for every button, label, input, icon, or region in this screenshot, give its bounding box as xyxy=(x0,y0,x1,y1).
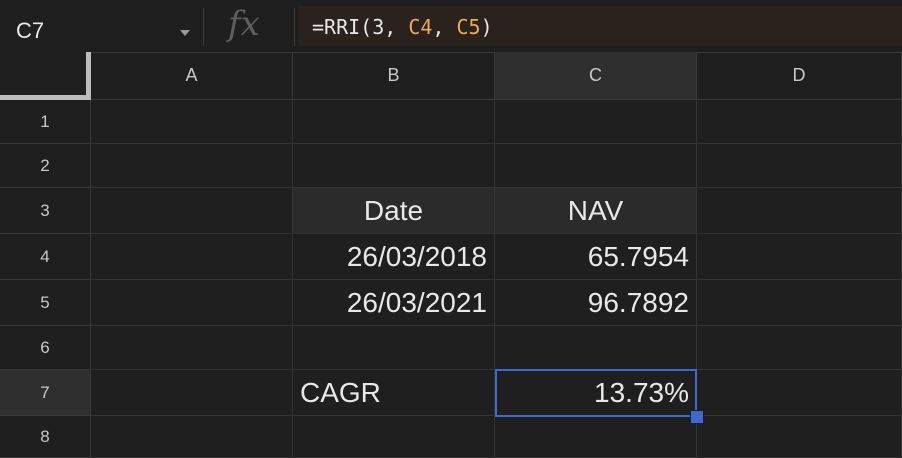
row-header-1[interactable]: 1 xyxy=(0,100,91,144)
cell-b5[interactable]: 26/03/2021 xyxy=(293,280,495,326)
cell-d4[interactable] xyxy=(697,234,902,280)
divider xyxy=(294,8,295,46)
cell-c6[interactable] xyxy=(495,326,697,370)
row-header-3[interactable]: 3 xyxy=(0,188,91,234)
cell-c4[interactable]: 65.7954 xyxy=(495,234,697,280)
cell-d8[interactable] xyxy=(697,416,902,458)
cell-c3[interactable]: NAV xyxy=(495,188,697,234)
formula-text: =RRI(3, C4, C5) xyxy=(312,15,493,39)
cell-c8[interactable] xyxy=(495,416,697,458)
formula-suffix: ) xyxy=(480,15,493,39)
name-box[interactable]: C7 xyxy=(0,6,200,48)
cell-b3[interactable]: Date xyxy=(293,188,495,234)
cell-a3[interactable] xyxy=(91,188,293,234)
row-header-8[interactable]: 8 xyxy=(0,416,91,458)
cell-c7[interactable]: 13.73% xyxy=(495,370,697,416)
formula-ref-1: C4 xyxy=(408,15,433,39)
cell-b6[interactable] xyxy=(293,326,495,370)
cell-b8[interactable] xyxy=(293,416,495,458)
formula-comma: , xyxy=(432,15,457,39)
formula-bar: C7 fx =RRI(3, C4, C5) xyxy=(0,0,902,53)
row-header-7[interactable]: 7 xyxy=(0,370,91,416)
column-header-c[interactable]: C xyxy=(495,52,697,100)
formula-input[interactable]: =RRI(3, C4, C5) xyxy=(298,6,902,46)
row-header-6[interactable]: 6 xyxy=(0,326,91,370)
cell-d1[interactable] xyxy=(697,100,902,144)
cell-a5[interactable] xyxy=(91,280,293,326)
cell-d5[interactable] xyxy=(697,280,902,326)
cell-d3[interactable] xyxy=(697,188,902,234)
cell-d6[interactable] xyxy=(697,326,902,370)
cell-c2[interactable] xyxy=(495,144,697,188)
cell-b2[interactable] xyxy=(293,144,495,188)
formula-prefix: =RRI(3, xyxy=(312,15,409,39)
function-icon: fx xyxy=(228,4,260,44)
cell-a4[interactable] xyxy=(91,234,293,280)
cell-a6[interactable] xyxy=(91,326,293,370)
column-header-d[interactable]: D xyxy=(697,52,902,100)
row-header-5[interactable]: 5 xyxy=(0,280,91,326)
cell-a1[interactable] xyxy=(91,100,293,144)
cell-d7[interactable] xyxy=(697,370,902,416)
name-box-value: C7 xyxy=(16,18,45,43)
formula-ref-2: C5 xyxy=(456,15,481,39)
cell-a7[interactable] xyxy=(91,370,293,416)
cell-c5[interactable]: 96.7892 xyxy=(495,280,697,326)
cell-b4[interactable]: 26/03/2018 xyxy=(293,234,495,280)
cell-a2[interactable] xyxy=(91,144,293,188)
cell-a8[interactable] xyxy=(91,416,293,458)
fill-handle[interactable] xyxy=(690,410,704,424)
chevron-down-icon[interactable] xyxy=(180,30,190,36)
divider xyxy=(203,8,204,46)
cell-d2[interactable] xyxy=(697,144,902,188)
spreadsheet-grid: A B C D 1 2 3 4 5 6 7 8 Date NAV 26/03/2… xyxy=(0,52,902,458)
cell-c1[interactable] xyxy=(495,100,697,144)
column-header-b[interactable]: B xyxy=(293,52,495,100)
row-header-2[interactable]: 2 xyxy=(0,144,91,188)
select-all-corner[interactable] xyxy=(0,52,91,100)
row-header-4[interactable]: 4 xyxy=(0,234,91,280)
cell-b7[interactable]: CAGR xyxy=(293,370,495,416)
cell-b1[interactable] xyxy=(293,100,495,144)
column-header-a[interactable]: A xyxy=(91,52,293,100)
